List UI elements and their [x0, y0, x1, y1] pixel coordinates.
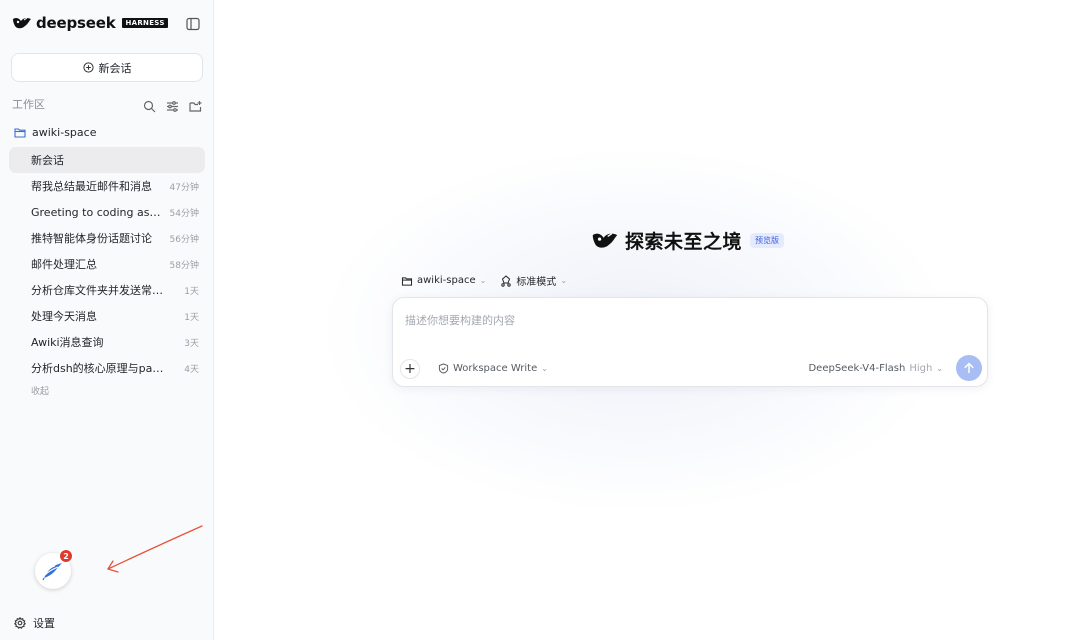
new-chat-button[interactable]: 新会话 [11, 53, 203, 82]
sidebar-toggle-icon[interactable] [186, 16, 202, 32]
search-icon[interactable] [143, 98, 156, 112]
prompt-input[interactable] [405, 310, 975, 330]
whale-logo-icon [13, 17, 31, 29]
chat-timestamp: 56分钟 [169, 234, 199, 245]
chat-title: 推特智能体身份话题讨论 [31, 232, 152, 245]
chat-list: 新会话帮我总结最近邮件和消息 47分钟 Greeting to coding ass… [9, 147, 205, 381]
attach-plus-button[interactable]: + [400, 359, 420, 379]
workspace-selector[interactable]: awiki-space ⌄ [401, 275, 486, 286]
arrow-up-icon [964, 362, 974, 374]
chat-list-item[interactable]: 新会话 [9, 147, 205, 173]
chat-timestamp: 58分钟 [169, 260, 199, 271]
workspace-header: 工作区 [12, 96, 202, 112]
sidebar: deepseek HARNESS 新会话 工作区 awiki-space 新会话… [0, 0, 214, 640]
chat-list-item[interactable]: Greeting to coding assist... 54分钟 [9, 199, 205, 225]
chevron-down-icon: ⌄ [541, 364, 548, 373]
mode-icon [501, 274, 512, 287]
chat-title: 新会话 [31, 154, 64, 167]
chevron-down-icon: ⌄ [479, 276, 487, 285]
chat-title: 帮我总结最近邮件和消息 [31, 180, 152, 193]
chat-list-item[interactable]: 帮我总结最近邮件和消息 47分钟 [9, 173, 205, 199]
new-folder-icon[interactable] [189, 98, 202, 112]
chat-list-item[interactable]: 邮件处理汇总 58分钟 [9, 251, 205, 277]
preview-badge: 预览版 [750, 233, 785, 248]
folder-icon [401, 276, 413, 286]
whale-logo-icon [592, 233, 618, 248]
context-selectors: awiki-space ⌄ 标准模式 ⌄ [401, 273, 567, 288]
annotation-arrow-icon [107, 525, 203, 573]
collapse-link[interactable]: 收起 [31, 384, 49, 397]
chat-list-item[interactable]: 分析仓库文件夹并发送常高伟 1天 [9, 277, 205, 303]
feather-logo-icon [42, 563, 62, 581]
filter-icon[interactable] [166, 98, 179, 112]
shield-icon [438, 363, 449, 374]
chat-timestamp: 4天 [184, 364, 199, 375]
settings-label: 设置 [33, 617, 55, 630]
settings-button[interactable]: 设置 [14, 615, 55, 631]
chat-list-item[interactable]: 分析dsh的核心原理与paper 4天 [9, 355, 205, 381]
chevron-down-icon: ⌄ [936, 364, 943, 373]
chat-timestamp: 54分钟 [169, 208, 199, 219]
send-button[interactable] [956, 355, 982, 381]
model-level: High [909, 363, 933, 374]
brand-logo[interactable]: deepseek HARNESS [12, 14, 168, 32]
brand-name: deepseek [36, 14, 116, 32]
plus-circle-icon [82, 62, 94, 73]
chat-list-item[interactable]: Awiki消息查询 3天 [9, 329, 205, 355]
chat-title: 邮件处理汇总 [31, 258, 97, 271]
chat-timestamp: 1天 [184, 312, 199, 323]
workspace-folder[interactable]: awiki-space [14, 126, 96, 139]
chat-title: Greeting to coding assist... [31, 205, 164, 219]
folder-icon [14, 128, 26, 138]
mode-selector[interactable]: 标准模式 ⌄ [500, 273, 567, 288]
chat-title: 分析dsh的核心原理与paper [31, 362, 165, 375]
chat-timestamp: 1天 [184, 286, 199, 297]
workspace-label: 工作区 [12, 98, 45, 111]
chevron-down-icon: ⌄ [560, 276, 568, 285]
model-selector[interactable]: DeepSeek-V4-Flash High ⌄ [808, 363, 943, 374]
chat-title: 分析仓库文件夹并发送常高伟 [31, 284, 165, 297]
brand-tag: HARNESS [122, 18, 168, 28]
permission-label: Workspace Write [453, 363, 538, 374]
folder-name: awiki-space [32, 126, 97, 139]
chat-list-item[interactable]: 推特智能体身份话题讨论 56分钟 [9, 225, 205, 251]
workspace-actions [143, 98, 202, 112]
mode-selector-label: 标准模式 [516, 277, 557, 288]
chat-timestamp: 47分钟 [169, 182, 199, 193]
workspace-selector-label: awiki-space [417, 275, 476, 286]
chat-title: Awiki消息查询 [31, 336, 104, 349]
composer: + Workspace Write ⌄ DeepSeek-V4-Flash Hi… [392, 297, 988, 387]
hero-heading: 探索未至之境 预览版 [591, 227, 785, 254]
chat-list-item[interactable]: 处理今天消息 1天 [9, 303, 205, 329]
permission-selector[interactable]: Workspace Write ⌄ [438, 363, 548, 374]
hero-title: 探索未至之境 [625, 231, 743, 253]
chat-title: 处理今天消息 [31, 310, 97, 323]
model-name: DeepSeek-V4-Flash [808, 363, 906, 374]
main-area: 探索未至之境 预览版 awiki-space ⌄ 标准模式 ⌄ + [215, 0, 1080, 640]
gear-icon [14, 617, 26, 629]
notification-badge: 2 [59, 549, 73, 563]
chat-timestamp: 3天 [184, 338, 199, 349]
new-chat-label: 新会话 [98, 61, 132, 75]
